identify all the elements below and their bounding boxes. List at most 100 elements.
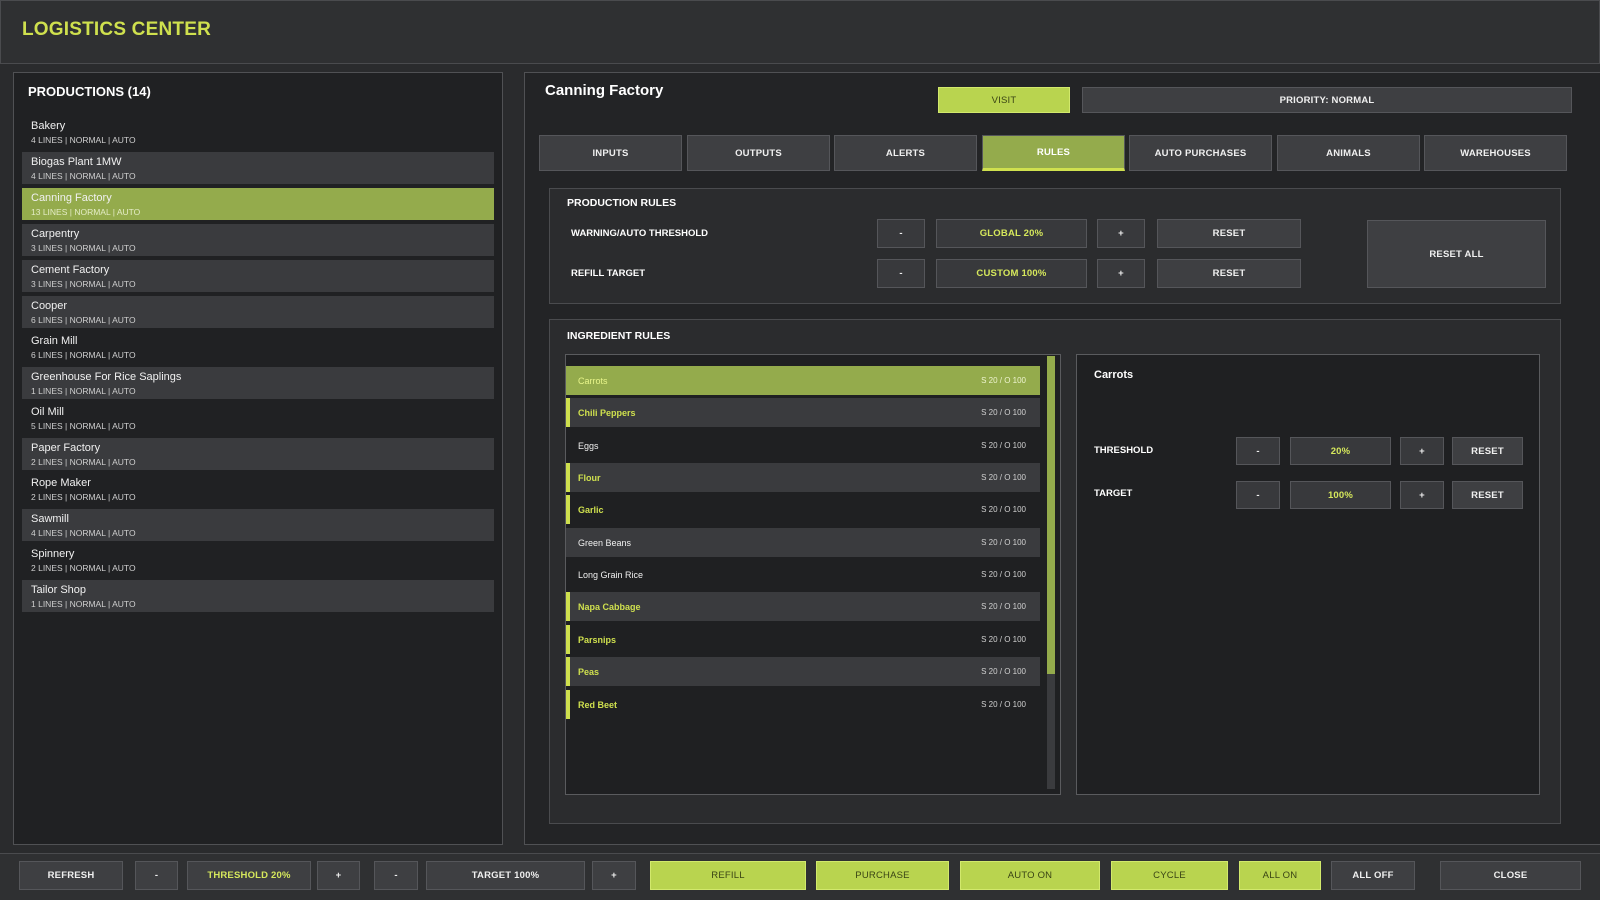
- production-meta: 4 LINES | NORMAL | AUTO: [31, 135, 136, 145]
- tab-inputs[interactable]: INPUTS: [539, 135, 682, 171]
- cycle-button[interactable]: CYCLE: [1111, 861, 1228, 890]
- auto-on-button[interactable]: AUTO ON: [960, 861, 1100, 890]
- refill-button[interactable]: REFILL: [650, 861, 806, 890]
- global-target-increase-button[interactable]: +: [592, 861, 636, 890]
- tab-auto-purchases[interactable]: AUTO PURCHASES: [1129, 135, 1272, 171]
- production-item-spinnery[interactable]: Spinnery 2 LINES | NORMAL | AUTO: [22, 544, 494, 576]
- production-meta: 2 LINES | NORMAL | AUTO: [31, 563, 136, 573]
- production-name: Carpentry: [31, 228, 80, 240]
- production-meta: 2 LINES | NORMAL | AUTO: [31, 457, 136, 467]
- production-name: Grain Mill: [31, 335, 78, 347]
- global-target-decrease-button[interactable]: -: [374, 861, 418, 890]
- ingredient-stat: S 20 / O 100: [981, 667, 1026, 676]
- production-item-rope-maker[interactable]: Rope Maker 2 LINES | NORMAL | AUTO: [22, 473, 494, 505]
- ingredient-rules-heading: INGREDIENT RULES: [567, 330, 671, 342]
- production-meta: 2 LINES | NORMAL | AUTO: [31, 492, 136, 502]
- global-target-value: TARGET 100%: [426, 861, 585, 890]
- production-name: Rope Maker: [31, 477, 91, 489]
- refill-increase-button[interactable]: +: [1097, 259, 1145, 288]
- ingredient-row-flour[interactable]: Flour S 20 / O 100: [566, 463, 1040, 492]
- tab-outputs[interactable]: OUTPUTS: [687, 135, 830, 171]
- close-button[interactable]: CLOSE: [1440, 861, 1581, 890]
- production-item-paper-factory[interactable]: Paper Factory 2 LINES | NORMAL | AUTO: [22, 438, 494, 470]
- ingredient-name: Garlic: [578, 504, 604, 515]
- ingredient-stat: S 20 / O 100: [981, 441, 1026, 450]
- refresh-button[interactable]: REFRESH: [19, 861, 123, 890]
- production-name: Sawmill: [31, 513, 69, 525]
- ingredient-name: Flour: [578, 472, 601, 483]
- threshold-decrease-button[interactable]: -: [877, 219, 925, 248]
- refill-decrease-button[interactable]: -: [877, 259, 925, 288]
- ingredient-stat: S 20 / O 100: [981, 538, 1026, 547]
- production-item-grain-mill[interactable]: Grain Mill 6 LINES | NORMAL | AUTO: [22, 331, 494, 363]
- ingredient-row-chili-peppers[interactable]: Chili Peppers S 20 / O 100: [566, 398, 1040, 427]
- ingredient-target-decrease-button[interactable]: -: [1236, 481, 1280, 509]
- production-rules-heading: PRODUCTION RULES: [567, 197, 677, 209]
- production-meta: 3 LINES | NORMAL | AUTO: [31, 243, 136, 253]
- production-item-tailor-shop[interactable]: Tailor Shop 1 LINES | NORMAL | AUTO: [22, 580, 494, 612]
- production-item-cooper[interactable]: Cooper 6 LINES | NORMAL | AUTO: [22, 296, 494, 328]
- global-threshold-value: THRESHOLD 20%: [187, 861, 311, 890]
- global-threshold-decrease-button[interactable]: -: [135, 861, 178, 890]
- global-threshold-increase-button[interactable]: +: [317, 861, 360, 890]
- ingredient-stat: S 20 / O 100: [981, 473, 1026, 482]
- ingredient-threshold-increase-button[interactable]: +: [1400, 437, 1444, 465]
- priority-button[interactable]: PRIORITY: NORMAL: [1082, 87, 1572, 113]
- ingredient-row-long-grain-rice[interactable]: Long Grain Rice S 20 / O 100: [566, 560, 1040, 589]
- ingredient-stat: S 20 / O 100: [981, 570, 1026, 579]
- production-item-sawmill[interactable]: Sawmill 4 LINES | NORMAL | AUTO: [22, 509, 494, 541]
- ingredient-threshold-value: 20%: [1290, 437, 1391, 465]
- production-item-canning-factory[interactable]: Canning Factory 13 LINES | NORMAL | AUTO: [22, 188, 494, 220]
- ingredient-row-garlic[interactable]: Garlic S 20 / O 100: [566, 495, 1040, 524]
- ingredient-row-eggs[interactable]: Eggs S 20 / O 100: [566, 431, 1040, 460]
- ingredient-target-increase-button[interactable]: +: [1400, 481, 1444, 509]
- ingredient-row-red-beet[interactable]: Red Beet S 20 / O 100: [566, 690, 1040, 719]
- ingredient-stat: S 20 / O 100: [981, 635, 1026, 644]
- reset-all-button[interactable]: RESET ALL: [1367, 220, 1546, 288]
- tab-alerts[interactable]: ALERTS: [834, 135, 977, 171]
- ingredient-threshold-reset-button[interactable]: RESET: [1452, 437, 1523, 465]
- ingredient-row-green-beans[interactable]: Green Beans S 20 / O 100: [566, 528, 1040, 557]
- all-on-button[interactable]: ALL ON: [1239, 861, 1321, 890]
- ingredient-detail-panel: [1076, 354, 1540, 795]
- ingredient-stat: S 20 / O 100: [981, 602, 1026, 611]
- production-name: Tailor Shop: [31, 584, 87, 596]
- ingredient-name: Chili Peppers: [578, 407, 636, 418]
- production-item-bakery[interactable]: Bakery 4 LINES | NORMAL | AUTO: [22, 116, 494, 148]
- ingredient-name: Red Beet: [578, 699, 618, 710]
- production-meta: 5 LINES | NORMAL | AUTO: [31, 421, 136, 431]
- ingredient-scrollbar-thumb[interactable]: [1047, 356, 1055, 674]
- threshold-reset-button[interactable]: RESET: [1157, 219, 1301, 248]
- ingredient-name: Peas: [578, 666, 600, 677]
- threshold-increase-button[interactable]: +: [1097, 219, 1145, 248]
- production-item-cement-factory[interactable]: Cement Factory 3 LINES | NORMAL | AUTO: [22, 260, 494, 292]
- productions-heading: PRODUCTIONS (14): [28, 84, 151, 99]
- production-item-oil-mill[interactable]: Oil Mill 5 LINES | NORMAL | AUTO: [22, 402, 494, 434]
- production-meta: 1 LINES | NORMAL | AUTO: [31, 599, 136, 609]
- refill-reset-button[interactable]: RESET: [1157, 259, 1301, 288]
- visit-button[interactable]: VISIT: [938, 87, 1070, 113]
- ingredient-row-carrots[interactable]: Carrots S 20 / O 100: [566, 366, 1040, 395]
- production-item-greenhouse[interactable]: Greenhouse For Rice Saplings 1 LINES | N…: [22, 367, 494, 399]
- ingredient-row-peas[interactable]: Peas S 20 / O 100: [566, 657, 1040, 686]
- threshold-rule-label: WARNING/AUTO THRESHOLD: [571, 228, 709, 239]
- production-title: Canning Factory: [545, 82, 664, 99]
- purchase-button[interactable]: PURCHASE: [816, 861, 949, 890]
- all-off-button[interactable]: ALL OFF: [1331, 861, 1415, 890]
- tab-rules[interactable]: RULES: [982, 135, 1125, 171]
- production-name: Cement Factory: [31, 264, 110, 276]
- production-item-biogas-plant[interactable]: Biogas Plant 1MW 4 LINES | NORMAL | AUTO: [22, 152, 494, 184]
- tab-warehouses[interactable]: WAREHOUSES: [1424, 135, 1567, 171]
- production-item-carpentry[interactable]: Carpentry 3 LINES | NORMAL | AUTO: [22, 224, 494, 256]
- app-title: LOGISTICS CENTER: [22, 19, 211, 40]
- ingredient-target-reset-button[interactable]: RESET: [1452, 481, 1523, 509]
- production-name: Canning Factory: [31, 192, 112, 204]
- ingredient-row-parsnips[interactable]: Parsnips S 20 / O 100: [566, 625, 1040, 654]
- ingredient-threshold-decrease-button[interactable]: -: [1236, 437, 1280, 465]
- ingredient-target-value: 100%: [1290, 481, 1391, 509]
- ingredient-row-napa-cabbage[interactable]: Napa Cabbage S 20 / O 100: [566, 592, 1040, 621]
- production-meta: 1 LINES | NORMAL | AUTO: [31, 386, 136, 396]
- ingredient-stat: S 20 / O 100: [981, 408, 1026, 417]
- tab-animals[interactable]: ANIMALS: [1277, 135, 1420, 171]
- production-meta: 4 LINES | NORMAL | AUTO: [31, 171, 136, 181]
